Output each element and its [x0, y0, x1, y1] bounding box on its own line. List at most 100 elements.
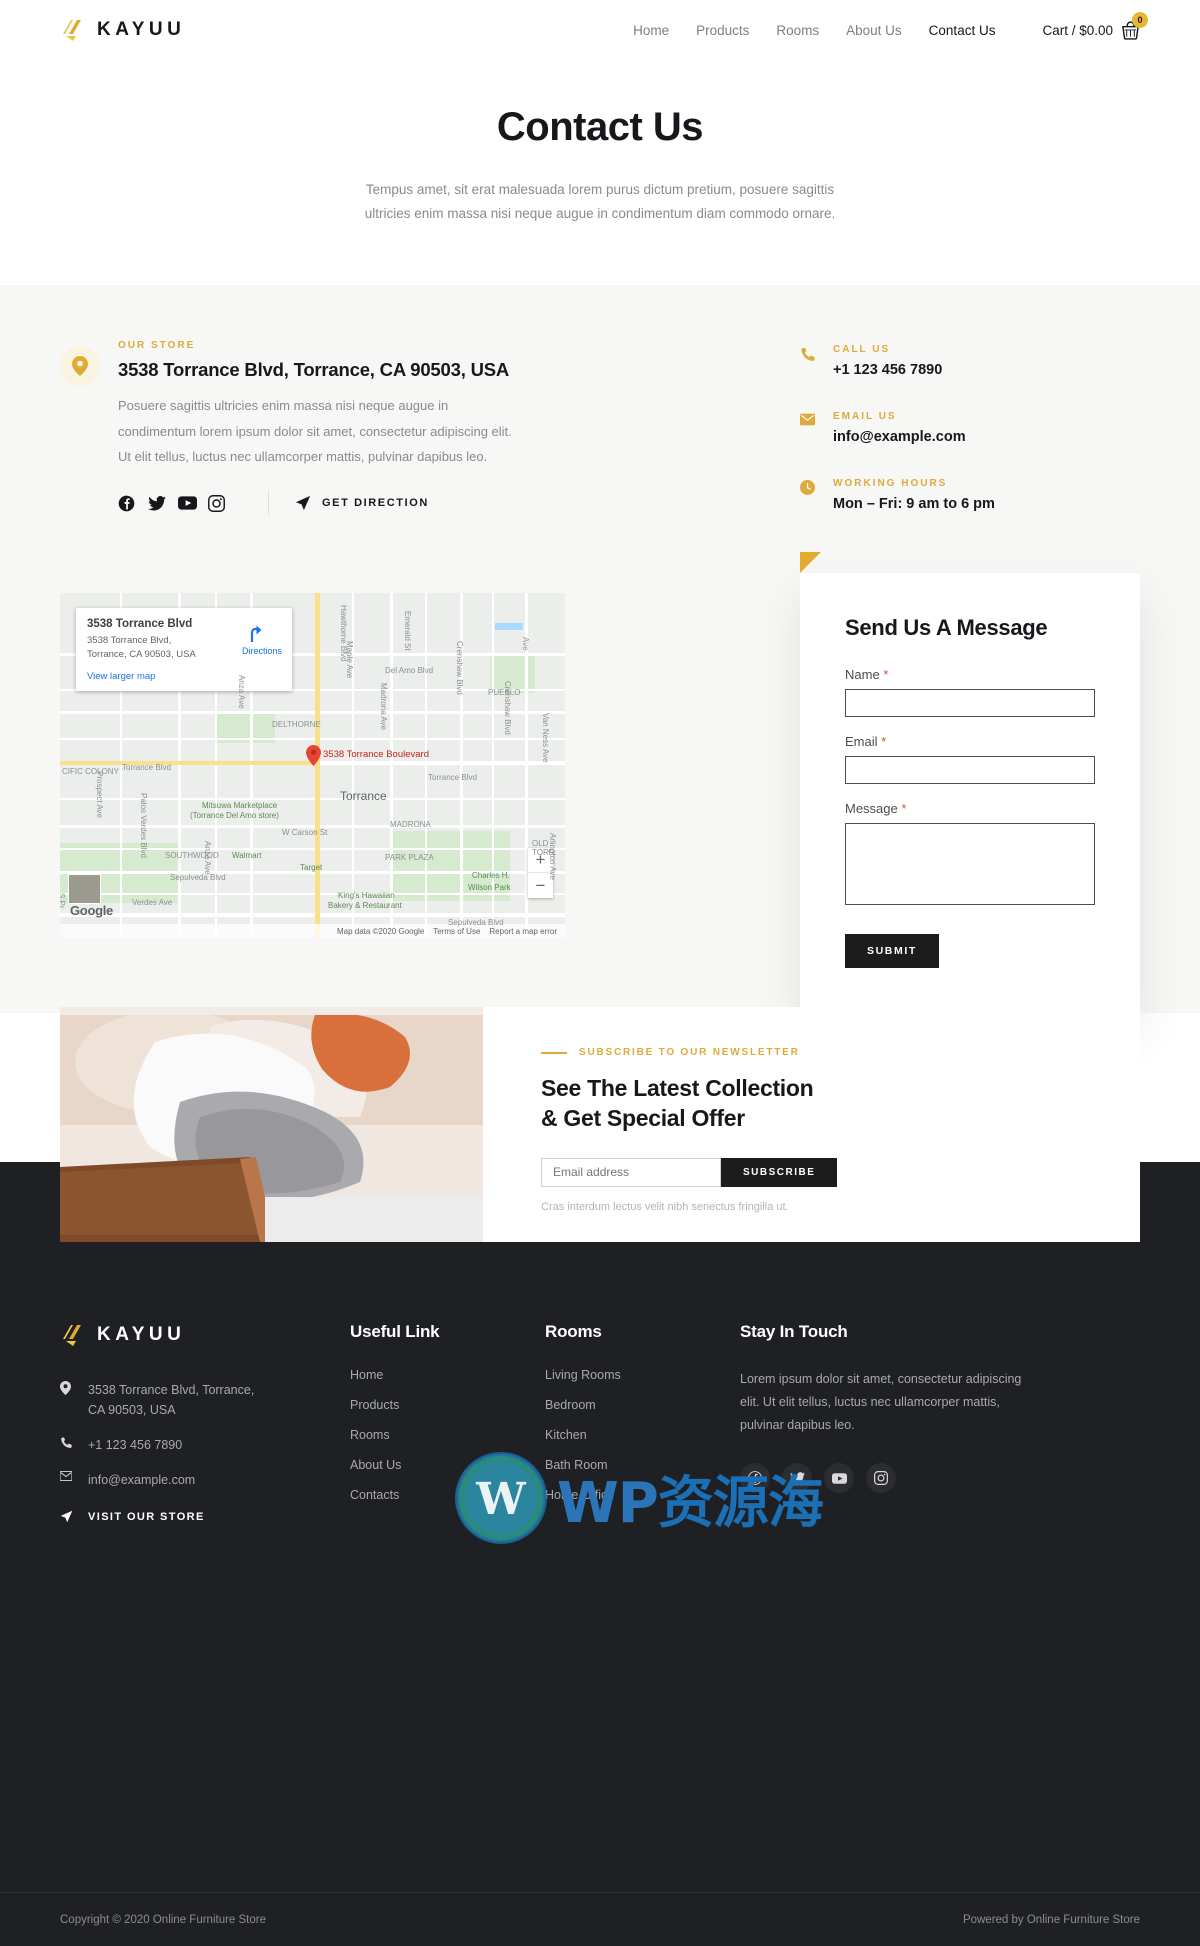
footer-link-home[interactable]: Home	[350, 1368, 545, 1382]
twitter-icon[interactable]	[148, 492, 178, 514]
kayuu-logo-icon	[60, 1322, 86, 1348]
contact-info-row: OUR STORE 3538 Torrance Blvd, Torrance, …	[60, 340, 1140, 545]
contact-method-email: EMAIL US info@example.com	[800, 411, 1140, 445]
nav-item-about-us[interactable]: About Us	[846, 23, 902, 38]
site-footer: KAYUU 3538 Torrance Blvd, Torrance, CA 90…	[0, 1162, 1200, 1946]
visit-our-store-label: VISIT OUR STORE	[88, 1510, 205, 1523]
logo-text: KAYUU	[97, 19, 186, 40]
newsletter-email-input[interactable]	[541, 1157, 721, 1187]
map-and-form: 3538 Torrance Blvd 3538 Torrance Blvd, T…	[60, 552, 1140, 1014]
footer-link-contacts[interactable]: Contacts	[350, 1488, 545, 1502]
footer-link-home-office[interactable]: Home Office	[545, 1488, 740, 1502]
site-logo[interactable]: KAYUU	[60, 17, 185, 43]
map-label: PARK PLAZA	[385, 853, 434, 863]
view-larger-map-link[interactable]: View larger map	[87, 671, 281, 682]
email-us-eyebrow: EMAIL US	[833, 411, 897, 423]
footer-link-products[interactable]: Products	[350, 1398, 545, 1412]
nav-item-products[interactable]: Products	[696, 23, 749, 38]
contact-form-card: Send Us A Message Name * Email * Message…	[800, 552, 1140, 1014]
map-label: Anza Ave	[203, 841, 212, 875]
map-directions-button[interactable]: Directions	[242, 624, 282, 656]
message-label: Message *	[845, 801, 907, 817]
call-us-value[interactable]: +1 123 456 7890	[833, 362, 942, 378]
map-terms-link[interactable]: Terms of Use	[433, 927, 480, 936]
form-field-name: Name *	[845, 667, 1095, 718]
youtube-icon[interactable]	[178, 492, 208, 514]
map-poi-label: King's Hawaiian	[338, 891, 395, 901]
footer-logo-text: KAYUU	[97, 1324, 186, 1345]
footer-phone[interactable]: +1 123 456 7890	[60, 1435, 350, 1455]
envelope-icon	[800, 413, 817, 445]
newsletter-image	[60, 1007, 483, 1242]
footer-logo[interactable]: KAYUU	[60, 1322, 350, 1348]
youtube-icon[interactable]	[824, 1463, 854, 1494]
visit-our-store-link[interactable]: VISIT OUR STORE	[60, 1510, 350, 1523]
map-label: Sepulveda Blvd	[448, 918, 504, 928]
form-title: Send Us A Message	[845, 615, 1048, 641]
map-label: CIFIC COLONY	[62, 767, 119, 777]
footer-column-stay-in-touch: Stay In Touch Lorem ipsum dolor sit amet…	[740, 1322, 1030, 1523]
contact-band: OUR STORE 3538 Torrance Blvd, Torrance, …	[0, 285, 1200, 1014]
google-map-embed[interactable]: 3538 Torrance Blvd 3538 Torrance Blvd, T…	[60, 593, 565, 939]
form-field-message: Message *	[845, 801, 1095, 910]
facebook-icon[interactable]	[740, 1463, 770, 1494]
map-report-link[interactable]: Report a map error	[489, 927, 557, 936]
cart-label: Cart / $0.00	[1042, 22, 1113, 38]
footer-email-text: info@example.com	[88, 1473, 196, 1487]
facebook-icon[interactable]	[118, 492, 148, 514]
powered-by-text: Powered by Online Furniture Store	[962, 1913, 1140, 1926]
nav-item-home[interactable]: Home	[633, 23, 669, 38]
map-label: Arlington Ave	[548, 833, 557, 881]
name-input[interactable]	[845, 689, 1095, 718]
map-data-attribution: Map data ©2020 Google	[336, 926, 425, 936]
email-input[interactable]	[845, 756, 1095, 785]
store-eyebrow: OUR STORE	[118, 340, 196, 352]
footer-email[interactable]: info@example.com	[60, 1470, 350, 1490]
form-field-email: Email *	[845, 734, 1095, 785]
newsletter-heading-line1: See The Latest Collection	[541, 1075, 814, 1101]
email-us-value[interactable]: info@example.com	[833, 429, 966, 445]
map-poi-label: Charles H.	[472, 871, 510, 881]
nav-item-rooms[interactable]: Rooms	[776, 23, 819, 38]
get-direction-label: GET DIRECTION	[322, 497, 429, 510]
corner-triangle-decoration	[800, 552, 821, 574]
email-label: Email *	[845, 734, 887, 750]
page-title: Contact Us	[496, 105, 704, 149]
cart-button[interactable]: Cart / $0.00 0	[1042, 11, 1148, 40]
main-nav: Home Products Rooms About Us Contact Us …	[633, 11, 1148, 40]
submit-button[interactable]: SUBMIT	[845, 934, 939, 969]
instagram-icon[interactable]	[208, 492, 238, 514]
copyright-text: Copyright © 2020 Online Furniture Store	[60, 1913, 266, 1926]
nav-item-contact-us[interactable]: Contact Us	[929, 23, 996, 38]
footer-link-rooms[interactable]: Rooms	[350, 1428, 545, 1442]
footer-social-row	[740, 1463, 1030, 1494]
map-label: Van Ness Ave	[541, 713, 550, 763]
footer-link-bath-room[interactable]: Bath Room	[545, 1458, 740, 1472]
map-street-view-thumbnail[interactable]	[68, 874, 101, 905]
map-label: Crenshaw Blvd	[503, 681, 512, 736]
kayuu-logo-icon	[60, 17, 86, 43]
footer-link-kitchen[interactable]: Kitchen	[545, 1428, 740, 1442]
instagram-icon[interactable]	[866, 1463, 896, 1494]
store-social-row: GET DIRECTION	[118, 491, 518, 516]
map-label: W Carson St	[282, 828, 328, 838]
working-hours-value: Mon – Fri: 9 am to 6 pm	[833, 496, 995, 513]
site-header: KAYUU Home Products Rooms About Us Conta…	[0, 0, 1200, 60]
store-info-block: OUR STORE 3538 Torrance Blvd, Torrance, …	[60, 340, 530, 545]
map-poi-label: Walmart	[232, 851, 262, 861]
location-pin-icon	[60, 346, 100, 387]
footer-link-living-rooms[interactable]: Living Rooms	[545, 1368, 740, 1382]
map-marker-icon[interactable]	[306, 745, 321, 767]
store-description: Posuere sagittis ultricies enim massa ni…	[118, 398, 512, 464]
message-textarea[interactable]	[845, 823, 1095, 906]
footer-link-about-us[interactable]: About Us	[350, 1458, 545, 1472]
subscribe-button[interactable]: SUBSCRIBE	[721, 1157, 838, 1187]
map-poi-label: Target	[300, 863, 323, 873]
map-poi-label: Wilson Park	[468, 883, 511, 893]
twitter-icon[interactable]	[782, 1463, 812, 1494]
footer-column-title: Useful Link	[350, 1322, 440, 1341]
footer-link-bedroom[interactable]: Bedroom	[545, 1398, 740, 1412]
name-label: Name *	[845, 667, 889, 683]
get-direction-link[interactable]: GET DIRECTION	[295, 495, 429, 511]
map-label: Del Amo Blvd	[385, 666, 434, 676]
